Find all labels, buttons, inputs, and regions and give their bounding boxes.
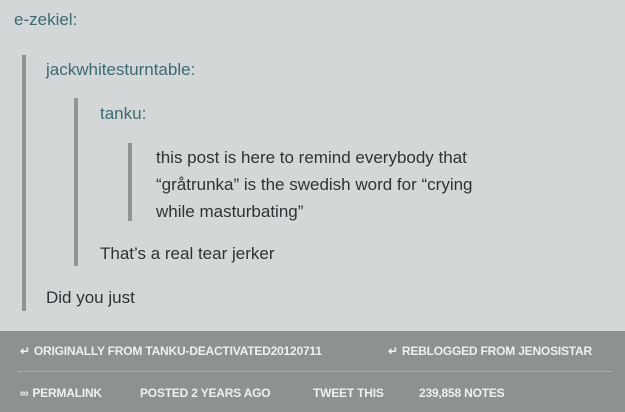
username-link-e-zekiel[interactable]: e-zekiel xyxy=(14,10,73,29)
reply-jackwhitesturntable: Did you just xyxy=(46,288,135,307)
text-line: while masturbating” xyxy=(156,202,304,221)
blockquote-level-2 xyxy=(74,98,78,266)
reblogger-e-zekiel: e-zekiel: xyxy=(14,10,77,30)
originally-from-link[interactable]: ↵ ORIGINALLY FROM TANKU-DEACTIVATED201207… xyxy=(20,344,322,358)
infinity-icon: ∞ xyxy=(20,386,29,400)
reblogged-from-link[interactable]: ↵ REBLOGGED FROM JENOSISTAR xyxy=(388,344,592,358)
post-footer: ↵ ORIGINALLY FROM TANKU-DEACTIVATED201207… xyxy=(0,331,625,412)
post-body: e-zekiel: jackwhitesturntable: tanku: th… xyxy=(0,0,625,331)
posted-time-link[interactable]: POSTED 2 YEARS AGO xyxy=(140,386,271,400)
return-arrow-icon: ↵ xyxy=(20,344,30,358)
text-line: “gråtrunka” is the swedish word for “cry… xyxy=(156,175,473,194)
text-line: this post is here to remind everybody th… xyxy=(156,148,467,167)
permalink-link[interactable]: ∞ PERMALINK xyxy=(20,386,102,400)
reply-tanku: That’s a real tear jerker xyxy=(100,244,275,263)
notes-count-link[interactable]: 239,858 NOTES xyxy=(419,386,505,400)
originally-from-label: ORIGINALLY FROM TANKU-DEACTIVATED2012071… xyxy=(33,344,322,358)
username-link-tanku[interactable]: tanku xyxy=(100,104,142,123)
username-link-jackwhitesturntable[interactable]: jackwhitesturntable xyxy=(46,60,191,79)
blockquote-level-3 xyxy=(128,143,132,221)
footer-meta-row: ∞ PERMALINK POSTED 2 YEARS AGO TWEET THIS… xyxy=(0,372,625,412)
footer-source-row: ↵ ORIGINALLY FROM TANKU-DEACTIVATED201207… xyxy=(0,331,625,371)
reblogger-tanku: tanku: xyxy=(100,104,146,124)
permalink-label: PERMALINK xyxy=(32,386,102,400)
return-arrow-icon: ↵ xyxy=(388,344,398,358)
username-colon: : xyxy=(190,60,196,79)
reblogged-from-label: REBLOGGED FROM JENOSISTAR xyxy=(401,344,592,358)
tweet-this-link[interactable]: TWEET THIS xyxy=(313,386,384,400)
blockquote-level-1 xyxy=(22,55,26,311)
tumblr-post: e-zekiel: jackwhitesturntable: tanku: th… xyxy=(0,0,625,412)
username-colon: : xyxy=(141,104,147,123)
original-post-text: this post is here to remind everybody th… xyxy=(156,144,596,225)
reblogger-jackwhitesturntable: jackwhitesturntable: xyxy=(46,60,195,80)
username-colon: : xyxy=(72,10,78,29)
